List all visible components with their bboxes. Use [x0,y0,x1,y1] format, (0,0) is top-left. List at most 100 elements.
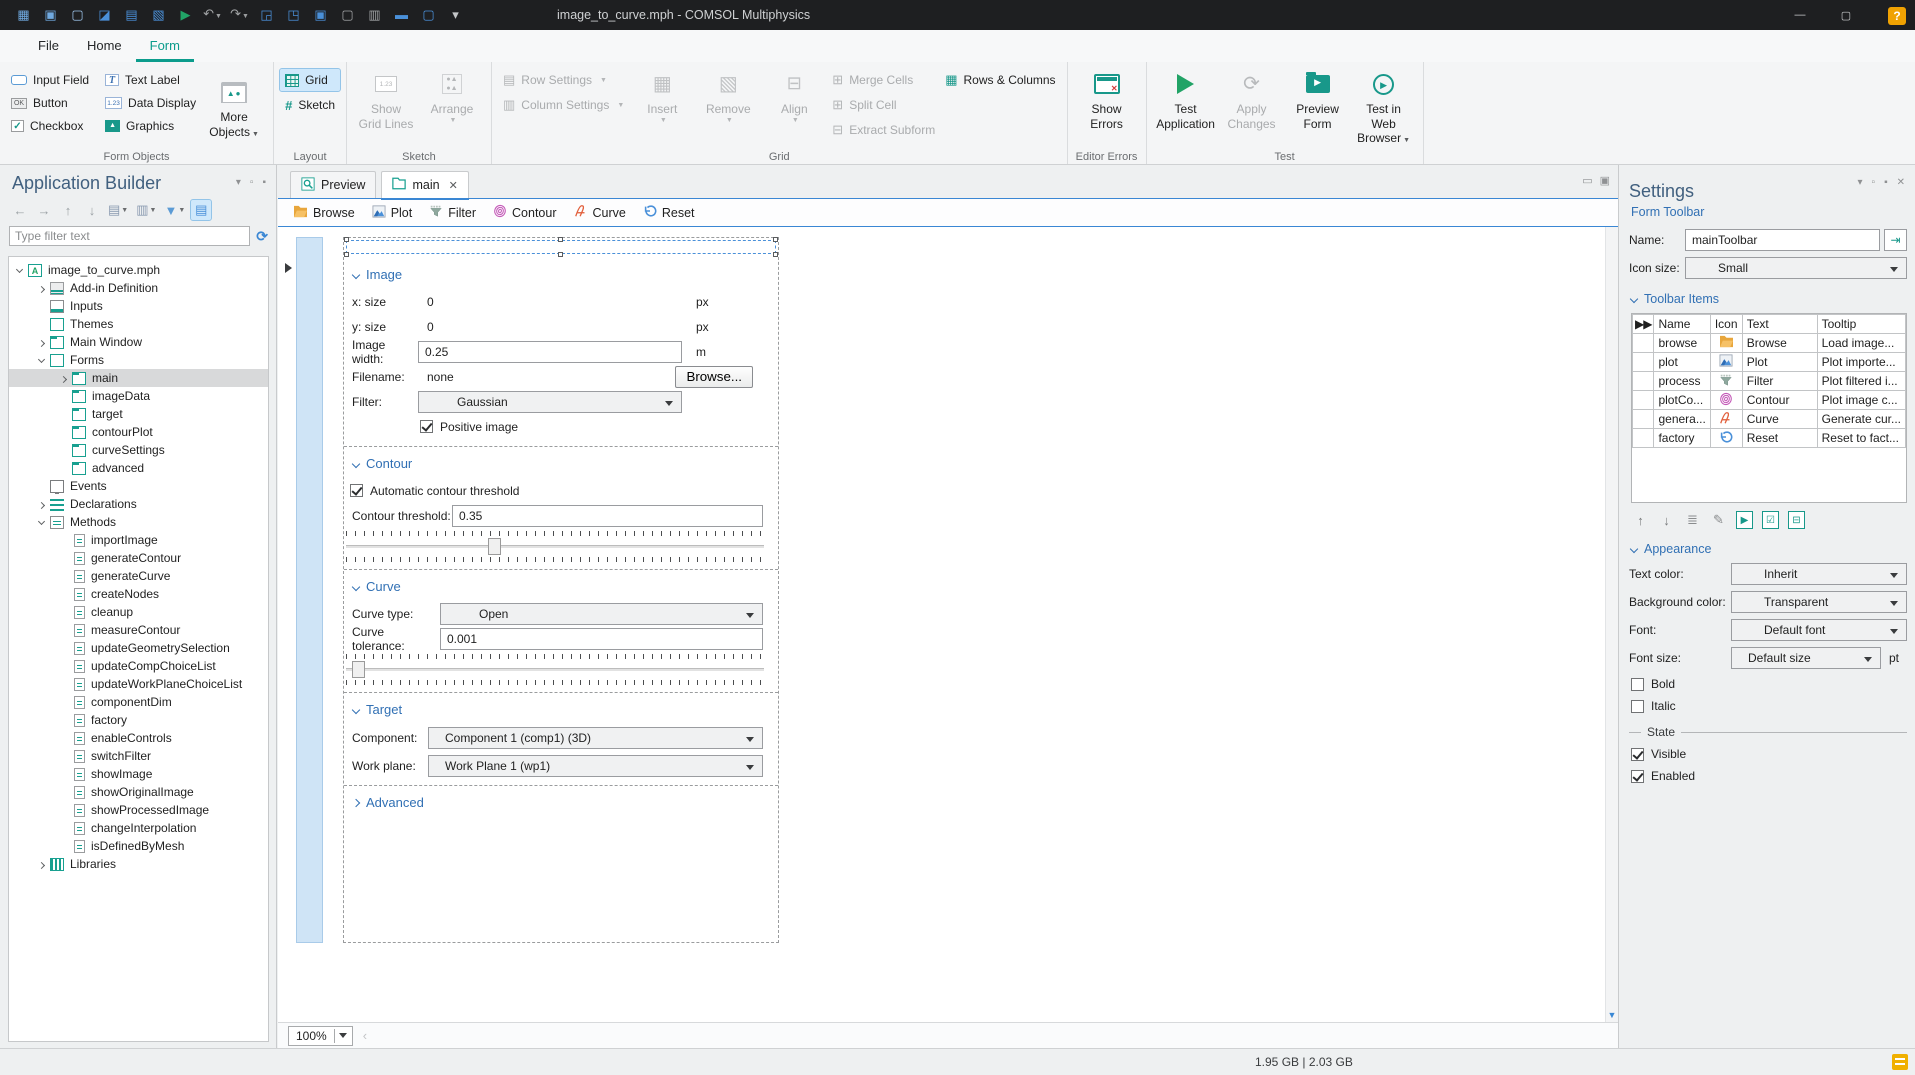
merge-cells-button[interactable]: ⊞ Merge Cells [827,69,940,91]
insert-button[interactable]: ▦ Insert ▼ [629,67,695,127]
data-display-button[interactable]: 1.23 Data Display [100,92,201,114]
bold-checkbox[interactable] [1631,677,1644,691]
tab-form[interactable]: Form [135,30,194,62]
toolbar-item-row[interactable]: factory Reset Reset to fact... [1632,428,1906,448]
tree-item-target[interactable]: target [9,405,268,423]
move-down-icon[interactable]: ↓ [1658,511,1675,529]
plot-button[interactable]: Plot [372,204,412,221]
customize-icon[interactable]: ▾ [442,0,469,30]
section-contour[interactable]: Contour [351,456,778,471]
help-icon[interactable]: ? [1888,7,1906,25]
tree-item-updateGeometrySelection[interactable]: updateGeometrySelection [9,639,268,657]
image-width-field[interactable]: 0.25 [418,340,682,363]
log-icon[interactable] [1892,1054,1908,1070]
toolbar-items-table[interactable]: ▶▶ Name Icon Text Tooltip browse Browse Lo… [1632,314,1906,448]
tree-item-Add-in Definition[interactable]: Add-in Definition [9,279,268,297]
tree-item-importImage[interactable]: importImage [9,531,268,549]
button-button[interactable]: OK Button [6,92,94,114]
filter-select[interactable]: Gaussian [418,390,682,413]
font-size-select[interactable]: Default size [1731,647,1881,669]
zoom-control[interactable]: 100% [288,1025,353,1046]
column-settings-button[interactable]: ▥ Column Settings ▼ [498,94,629,116]
toolbar-item-row[interactable]: process Filter Plot filtered i... [1632,371,1906,391]
expand-all-icon[interactable]: ▥ ▼ [134,200,158,220]
tree-item-imageData[interactable]: imageData [9,387,268,405]
align-button[interactable]: ⊟ Align ▼ [761,67,827,127]
tree-item-advanced[interactable]: advanced [9,459,268,477]
preview-form-button[interactable]: Preview Form [1285,67,1351,133]
new-file-icon[interactable]: ▢ [64,0,91,30]
text-color-select[interactable]: Inherit [1731,563,1907,585]
background-color-select[interactable]: Transparent [1731,591,1907,613]
component-select[interactable]: Component 1 (comp1) (3D) [428,726,763,749]
panel-menu-icon[interactable]: ▾ [1857,177,1862,188]
tree-item-curveSettings[interactable]: curveSettings [9,441,268,459]
graphics-button[interactable]: ▲ Graphics [100,115,201,137]
section-advanced[interactable]: Advanced [351,795,778,810]
check-syntax-icon[interactable]: ◳ [280,0,307,30]
curve-tolerance-slider[interactable] [346,654,764,685]
scroll-left-icon[interactable]: ‹ [363,1028,367,1043]
filter-button[interactable]: Filter [429,204,476,221]
reset-button[interactable]: Reset [643,204,695,221]
delete-icon[interactable]: ▬ [388,0,415,30]
slider-handle[interactable] [488,538,502,555]
section-target[interactable]: Target [351,702,778,717]
maximize-button[interactable]: ▢ [1823,0,1869,30]
toolbar-item-row[interactable]: plotCo... Contour Plot image c... [1632,390,1906,410]
preview-code-icon[interactable]: ◲ [253,0,280,30]
section-curve[interactable]: Curve [351,579,778,594]
panel-float-icon[interactable]: ▫ [1872,177,1876,188]
tree-item-switchFilter[interactable]: switchFilter [9,747,268,765]
save-as-icon[interactable]: ▧ [145,0,172,30]
tree-item-main[interactable]: main [9,369,268,387]
tree-item-updateCompChoiceList[interactable]: updateCompChoiceList [9,657,268,675]
tab-file[interactable]: File [24,30,73,62]
split-cell-button[interactable]: ⊞ Split Cell [827,94,940,116]
tree-item-Forms[interactable]: Forms [9,351,268,371]
grid-mode-button[interactable]: Grid [279,68,341,92]
panel-pin-icon[interactable]: ▪ [1884,177,1888,188]
move-up-icon[interactable]: ↑ [1632,511,1649,529]
refresh-icon[interactable]: ⟳ [256,228,268,245]
app-icon[interactable]: ▦ [10,0,37,30]
rows-columns-button[interactable]: ▦ Rows & Columns [940,69,1060,91]
apply-changes-button[interactable]: ⟳ Apply Changes [1219,67,1285,133]
duplicate-icon[interactable]: ▥ [361,0,388,30]
copy-icon[interactable]: ▣ [307,0,334,30]
model-data-access-icon[interactable]: ▤ [190,199,213,221]
remove-button[interactable]: ▧ Remove ▼ [695,67,761,127]
show-grid-lines-button[interactable]: 1.23 Show Grid Lines [353,67,419,133]
arrange-button[interactable]: ●▲ ●▲ Arrange ▼ [419,67,485,127]
icon-size-select[interactable]: Small [1685,257,1907,279]
move-down-icon[interactable]: ↓ [82,200,102,220]
editor-float-icon[interactable]: ▣ [1600,174,1610,187]
show-errors-button[interactable]: Show Errors [1074,67,1140,133]
form-grid-outline[interactable]: Image x: size 0 px y: size 0 px Image width:… [343,237,779,943]
scroll-down-icon[interactable]: ▼ [1606,1010,1618,1020]
contour-threshold-field[interactable]: 0.35 [452,504,763,527]
tab-preview[interactable]: Preview [290,171,377,198]
tab-main[interactable]: main ✕ [381,171,469,198]
font-select[interactable]: Default font [1731,619,1907,641]
tab-home[interactable]: Home [73,30,136,62]
tree-item-Methods[interactable]: Methods [9,513,268,533]
add-separator-icon[interactable]: ⊟ [1788,511,1805,529]
tree-item-showProcessedImage[interactable]: showProcessedImage [9,801,268,819]
slider-handle[interactable] [352,661,366,678]
tree-item-updateWorkPlaneChoiceList[interactable]: updateWorkPlaneChoiceList [9,675,268,693]
add-item-icon[interactable]: ▶ [1736,511,1753,529]
tree-item-Declarations[interactable]: Declarations [9,495,268,513]
tree-item-enableControls[interactable]: enableControls [9,729,268,747]
curve-button[interactable]: Curve [574,204,626,221]
add-toggle-icon[interactable]: ☑ [1762,511,1779,529]
tree-item-Events[interactable]: Events [9,477,268,495]
panel-menu-icon[interactable]: ▾ [236,177,241,188]
nav-forward-icon[interactable]: → [34,200,54,220]
tree-item-generateContour[interactable]: generateContour [9,549,268,567]
minimize-button[interactable]: — [1777,0,1823,30]
collapse-all-icon[interactable]: ▤ ▼ [106,200,130,220]
section-image[interactable]: Image [351,267,778,282]
undo-icon[interactable]: ↶▼ [199,0,226,32]
form-canvas[interactable]: Image x: size 0 px y: size 0 px Image width:… [278,227,1618,1022]
